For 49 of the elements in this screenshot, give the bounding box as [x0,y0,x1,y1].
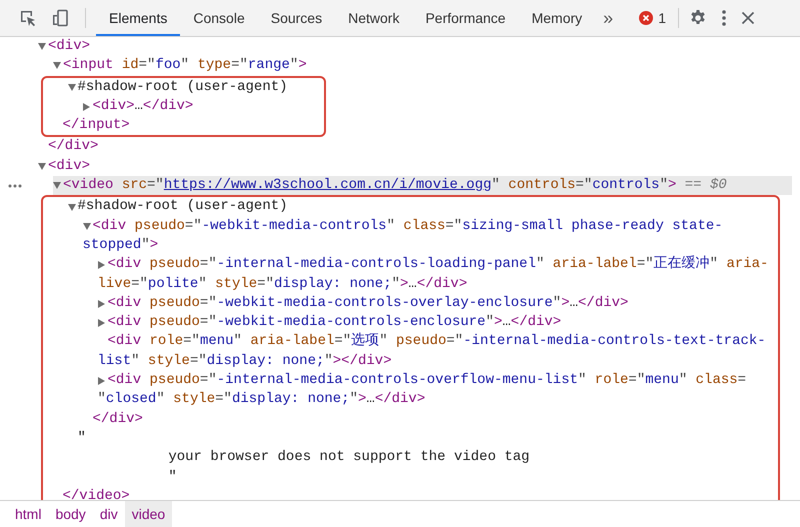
dom-node-line[interactable]: <input id="foo" type="range"> [53,56,307,76]
dom-close-tag[interactable]: </input> [62,116,130,136]
caret-down-icon[interactable] [38,162,46,170]
caret-right-icon[interactable] [82,102,90,111]
breadcrumb[interactable]: html [8,501,48,527]
panel-tab[interactable]: Sources [258,0,336,36]
caret-right-icon[interactable] [98,300,104,308]
dom-node-line[interactable]: <div pseudo="-internal-media-controls-loading-panel" aria-label="正在缓冲" aria- live="polite" style="display: none;">…</div> [98,255,768,294]
inspect-icon[interactable] [19,9,37,27]
dom-node-line[interactable]: <div> [38,37,90,56]
dom-node-line[interactable]: <div role="menu" aria-label="选项" pseudo="-internal-media-controls-text-track- list" style="display: none;"></div> [98,332,766,372]
caret-down-icon[interactable] [53,182,61,190]
breadcrumb[interactable]: video [124,501,172,527]
dom-close-tag[interactable]: </div> [92,410,143,429]
dom-node-line[interactable]: #shadow-root (user-agent) [68,197,288,217]
error-count-button[interactable]: 1 [639,10,666,26]
dom-node-line[interactable]: #shadow-root (user-agent) [68,78,288,97]
panel-tab[interactable]: Elements [96,0,180,36]
caret-right-icon[interactable] [98,318,104,327]
caret-down-icon[interactable] [82,222,90,230]
caret-right-icon[interactable] [98,376,104,385]
dom-node-line[interactable]: <div pseudo="-internal-media-controls-overflow-menu-list" role="menu" class= "closed" style="display: none;">…</div> [98,371,746,410]
more-tabs-button[interactable]: » [603,8,614,28]
panel-tab[interactable]: Memory [518,0,596,36]
dom-close-tag[interactable]: </div> [48,137,98,157]
panel-tab[interactable]: Network [335,0,412,36]
breadcrumb[interactable]: div [92,501,125,527]
dom-node-line[interactable]: <div> [38,156,90,176]
caret-right-icon[interactable] [98,260,104,269]
device-icon[interactable] [51,9,69,27]
panel-tab[interactable]: Console [180,0,258,36]
url-link[interactable]: https://www.w3school.com.cn/i/movie.ogg [164,177,492,194]
caret-down-icon[interactable] [68,84,76,91]
close-icon[interactable] [740,11,755,25]
dom-node-line[interactable]: " your browser does not support the video tag " [68,428,530,487]
settings-icon[interactable] [688,9,707,27]
dom-node-line[interactable]: <div pseudo="-webkit-media-controls-enclosure">…</div> [98,313,562,332]
dom-node-line[interactable]: <div>…</div> [82,96,194,116]
more-icon[interactable] [8,184,22,188]
caret-down-icon[interactable] [68,204,76,211]
error-icon [639,11,654,25]
breadcrumb[interactable]: body [48,501,93,527]
dom-close-tag[interactable]: </video> [62,486,130,500]
panel-tab[interactable]: Performance [412,0,519,36]
caret-down-icon[interactable] [53,62,61,70]
more-options-icon[interactable] [720,9,727,27]
dom-node-line[interactable]: <div pseudo="-webkit-media-controls-overlay-enclosure">…</div> [98,294,628,314]
dom-node-line[interactable]: <div pseudo="-webkit-media-controls" class="sizing-small phase-ready state- stopped"> [82,216,723,256]
caret-down-icon[interactable] [38,43,46,50]
